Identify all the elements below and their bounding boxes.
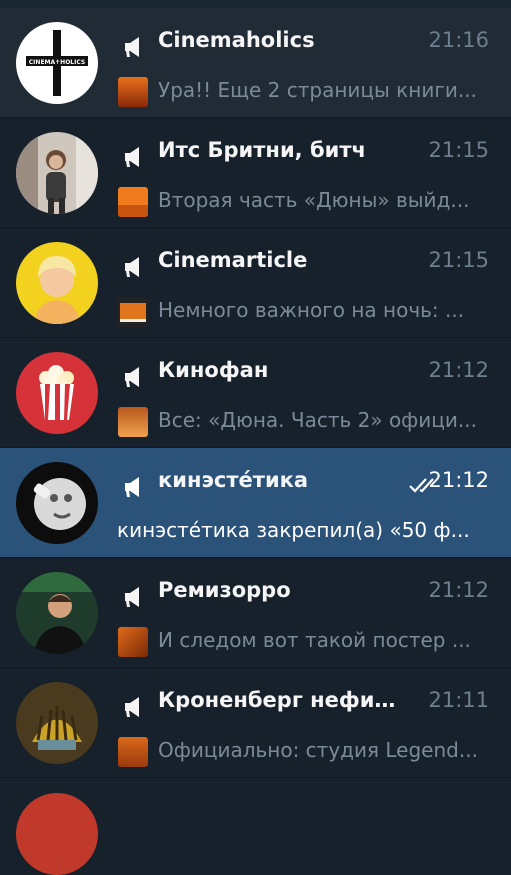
- cinemaholics-logo-icon: CINEMA✝HOLICS: [16, 22, 98, 104]
- chat-preview: И следом вот такой постер ...: [158, 628, 471, 652]
- moon-rocket-icon: [16, 462, 98, 544]
- chat-time: 21:12: [428, 578, 489, 602]
- chat-title: Кроненберг нефиль...: [158, 688, 408, 712]
- chat-item-cinemaholics[interactable]: CINEMA✝HOLICS Cinemaholics 21:16 Ура!! Е…: [0, 8, 511, 118]
- avatar: [16, 462, 98, 544]
- chat-item-kronenberg[interactable]: Кроненберг нефиль... 21:11 Официально: с…: [0, 668, 511, 778]
- megaphone-icon: [125, 37, 139, 57]
- chat-preview: Вторая часть «Дюны» выйд...: [158, 188, 470, 212]
- chat-time: 21:15: [428, 248, 489, 272]
- media-thumbnail: [118, 627, 148, 657]
- avatar: [16, 793, 98, 875]
- chat-preview: Официально: студия Legend...: [158, 738, 478, 762]
- megaphone-icon: [125, 697, 139, 717]
- illustration-avatar-icon: [16, 242, 98, 324]
- avatar: [16, 682, 98, 764]
- chat-time: 21:16: [428, 28, 489, 52]
- chat-title: Итс Бритни, битч: [158, 138, 366, 162]
- megaphone-icon: [125, 147, 139, 167]
- chat-list[interactable]: CINEMA✝HOLICS Cinemaholics 21:16 Ура!! Е…: [0, 8, 511, 778]
- top-strip: [0, 0, 511, 8]
- cinemaholics-logo-text: CINEMA✝HOLICS: [29, 59, 85, 66]
- avatar: [16, 132, 98, 214]
- megaphone-icon: [125, 257, 139, 277]
- chat-item-kinofan[interactable]: Кинофан 21:12 Все: «Дюна. Часть 2» офици…: [0, 338, 511, 448]
- media-thumbnail: [118, 297, 148, 327]
- chat-time: 21:15: [428, 138, 489, 162]
- chat-item-remizorro[interactable]: Ремизорро 21:12 И следом вот такой посте…: [0, 558, 511, 668]
- chat-item-kinestetika[interactable]: кинэсте́тика 21:12 кинэсте́тика закрепил…: [0, 448, 511, 558]
- chat-preview: кинэсте́тика закрепил(а) «50 ф...: [117, 518, 470, 542]
- decorative-logo-icon: [16, 682, 98, 764]
- chat-preview: Все: «Дюна. Часть 2» офици...: [158, 408, 477, 432]
- chat-title: Ремизорро: [158, 578, 291, 602]
- media-thumbnail: [118, 187, 148, 217]
- chat-title: Cinemaholics: [158, 28, 315, 52]
- chat-time: 21:12: [428, 468, 489, 492]
- photo-avatar-icon: [16, 132, 98, 214]
- chat-item-its-britney[interactable]: Итс Бритни, битч 21:15 Вторая часть «Дюн…: [0, 118, 511, 228]
- megaphone-icon: [125, 367, 139, 387]
- chat-title: Cinemarticle: [158, 248, 308, 272]
- photo-avatar-icon: [16, 572, 98, 654]
- megaphone-icon: [125, 477, 139, 497]
- chat-title: Кинофан: [158, 358, 269, 382]
- avatar: [16, 572, 98, 654]
- media-thumbnail: [118, 77, 148, 107]
- chat-preview: Ура!! Еще 2 страницы книги...: [158, 78, 477, 102]
- megaphone-icon: [125, 587, 139, 607]
- chat-time: 21:12: [428, 358, 489, 382]
- popcorn-icon: [16, 352, 98, 434]
- avatar: CINEMA✝HOLICS: [16, 22, 98, 104]
- chat-title: кинэсте́тика: [158, 468, 309, 492]
- media-thumbnail: [118, 737, 148, 767]
- chat-preview: Немного важного на ночь: ...: [158, 298, 465, 322]
- chat-time: 21:11: [428, 688, 489, 712]
- chat-item-cinemarticle[interactable]: Cinemarticle 21:15 Немного важного на но…: [0, 228, 511, 338]
- avatar: [16, 352, 98, 434]
- avatar: [16, 242, 98, 324]
- media-thumbnail: [118, 407, 148, 437]
